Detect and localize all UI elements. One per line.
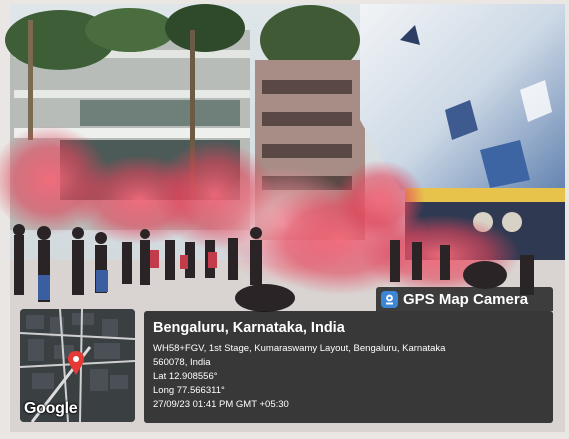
gps-map-camera-badge: GPS Map Camera xyxy=(376,287,553,311)
app-badge-label: GPS Map Camera xyxy=(403,290,529,308)
timestamp-text: 27/09/23 01:41 PM GMT +05:30 xyxy=(153,399,289,410)
location-info-panel: Bengaluru, Karnataka, India WH58+FGV, 1s… xyxy=(144,311,553,423)
address-line-1: WH58+FGV, 1st Stage, Kumaraswamy Layout,… xyxy=(153,343,446,354)
address-line-2: 560078, India xyxy=(153,357,211,368)
map-thumbnail: Google xyxy=(20,309,135,422)
latitude-text: Lat 12.908556° xyxy=(153,371,218,382)
camera-location-icon xyxy=(381,290,398,308)
google-logo: Google xyxy=(24,400,78,417)
longitude-text: Long 77.566311° xyxy=(153,385,225,396)
location-title: Bengaluru, Karnataka, India xyxy=(153,320,345,336)
